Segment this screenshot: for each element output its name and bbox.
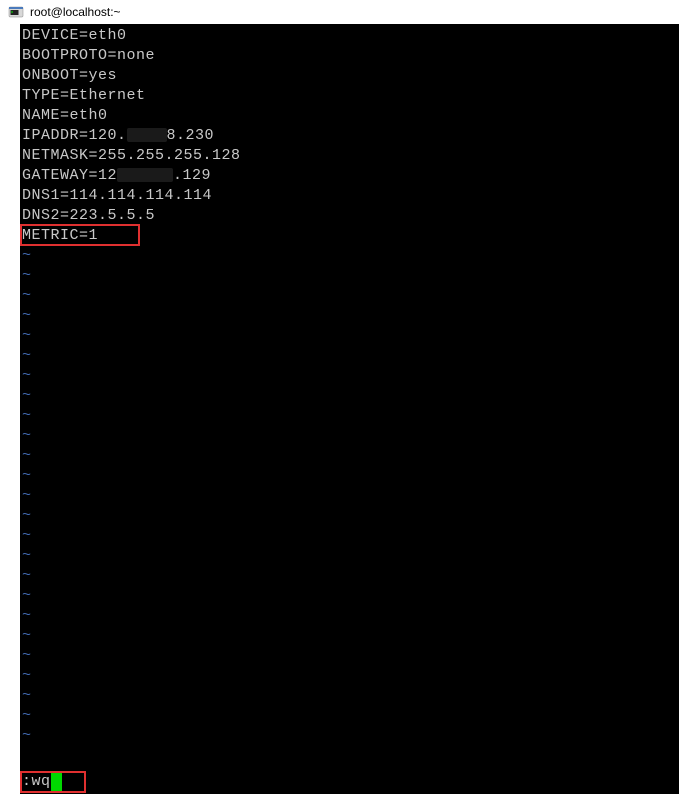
empty-line-tilde: ~ — [22, 606, 677, 626]
empty-line-tilde: ~ — [22, 346, 677, 366]
ipaddr-suffix: 8.230 — [167, 127, 215, 144]
empty-line-tilde: ~ — [22, 246, 677, 266]
vim-command-line[interactable]: :wq — [22, 772, 62, 792]
terminal-icon — [8, 4, 24, 20]
config-line: TYPE=Ethernet — [22, 86, 677, 106]
empty-line-tilde: ~ — [22, 546, 677, 566]
empty-line-tilde: ~ — [22, 626, 677, 646]
empty-line-tilde: ~ — [22, 326, 677, 346]
config-line: DEVICE=eth0 — [22, 26, 677, 46]
gateway-prefix: GATEWAY=12 — [22, 167, 117, 184]
empty-line-tilde: ~ — [22, 406, 677, 426]
empty-line-tilde: ~ — [22, 266, 677, 286]
empty-line-tilde: ~ — [22, 506, 677, 526]
empty-line-tilde: ~ — [22, 306, 677, 326]
empty-line-tilde: ~ — [22, 566, 677, 586]
empty-line-tilde: ~ — [22, 686, 677, 706]
config-line: NETMASK=255.255.255.128 — [22, 146, 677, 166]
config-line-gateway: GATEWAY=12 .129 — [22, 166, 677, 186]
empty-line-tilde: ~ — [22, 426, 677, 446]
redacted-segment — [117, 168, 173, 182]
empty-line-tilde: ~ — [22, 586, 677, 606]
vim-command-text: :wq — [22, 772, 51, 792]
window-titlebar: root@localhost:~ — [0, 0, 697, 24]
empty-line-tilde: ~ — [22, 366, 677, 386]
redacted-segment — [127, 128, 167, 142]
empty-line-tilde: ~ — [22, 446, 677, 466]
config-line-metric: METRIC=1 — [22, 226, 677, 246]
cursor-block — [51, 773, 62, 791]
ipaddr-prefix: IPADDR=120. — [22, 127, 127, 144]
empty-line-tilde: ~ — [22, 526, 677, 546]
gateway-suffix: .129 — [173, 167, 211, 184]
empty-line-tilde: ~ — [22, 706, 677, 726]
config-line: BOOTPROTO=none — [22, 46, 677, 66]
config-line: NAME=eth0 — [22, 106, 677, 126]
config-line: DNS1=114.114.114.114 — [22, 186, 677, 206]
empty-line-tilde: ~ — [22, 286, 677, 306]
config-line: DNS2=223.5.5.5 — [22, 206, 677, 226]
empty-line-tilde: ~ — [22, 466, 677, 486]
empty-line-tilde: ~ — [22, 386, 677, 406]
empty-line-tilde: ~ — [22, 486, 677, 506]
terminal-viewport[interactable]: DEVICE=eth0 BOOTPROTO=none ONBOOT=yes TY… — [20, 24, 679, 794]
config-line: ONBOOT=yes — [22, 66, 677, 86]
config-line-ipaddr: IPADDR=120. 8.230 — [22, 126, 677, 146]
empty-line-tilde: ~ — [22, 646, 677, 666]
empty-line-tilde: ~ — [22, 726, 677, 746]
window-title: root@localhost:~ — [30, 5, 121, 19]
empty-line-tilde: ~ — [22, 666, 677, 686]
